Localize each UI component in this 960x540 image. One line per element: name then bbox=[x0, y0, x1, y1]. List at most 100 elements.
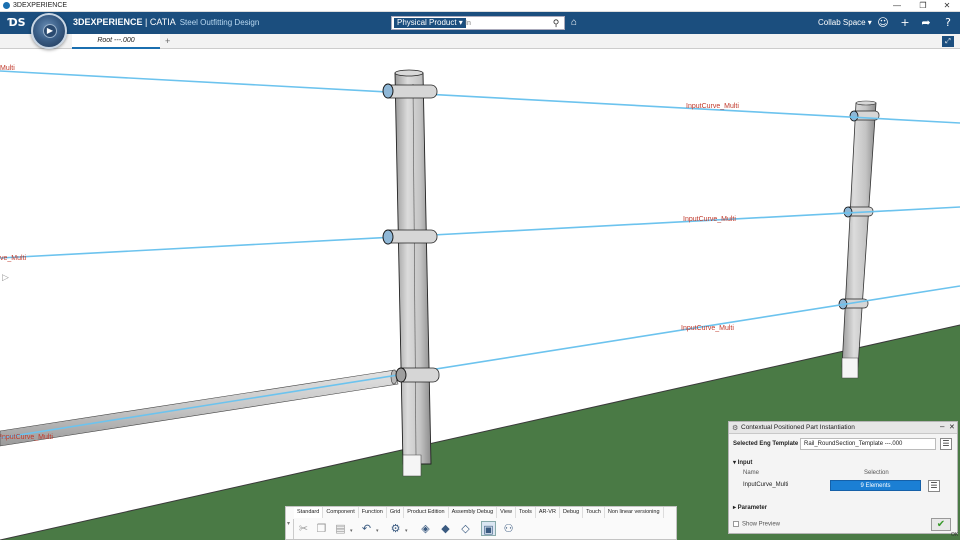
tag-icon[interactable]: ⌂ bbox=[571, 16, 583, 30]
ab-tab-view[interactable]: View bbox=[497, 507, 516, 518]
ab-tab-grid[interactable]: Grid bbox=[387, 507, 405, 518]
cut-icon[interactable]: ✂ bbox=[296, 521, 311, 536]
component-icon[interactable]: ◈ bbox=[418, 521, 433, 536]
parameter-section-header[interactable]: ▸ Parameter bbox=[733, 504, 767, 511]
show-preview-label: Show Preview bbox=[742, 521, 781, 528]
brand-app: CATIA bbox=[149, 17, 176, 27]
far-post-base bbox=[841, 357, 859, 379]
selection-list-icon[interactable]: ☰ bbox=[928, 480, 940, 492]
template-field[interactable]: Rail_RoundSection_Template ---.000 bbox=[800, 438, 936, 450]
near-bracket-mid-end bbox=[382, 229, 394, 245]
ab-tab-function[interactable]: Function bbox=[359, 507, 387, 518]
brand-title: 3DEXPERIENCE | CATIA Steel Outfitting Des… bbox=[73, 17, 259, 27]
minimize-panel-icon[interactable]: – bbox=[940, 422, 944, 431]
near-post-cap bbox=[394, 69, 424, 77]
ab-tab-component[interactable]: Component bbox=[323, 507, 359, 518]
restore-button[interactable]: ❐ bbox=[910, 0, 936, 12]
search-bar[interactable]: Physical Product ▾ ⚲ bbox=[391, 16, 565, 30]
ab-tab-non-linear-versioning[interactable]: Non linear versioning bbox=[605, 507, 664, 518]
input-curve-mid bbox=[0, 206, 960, 259]
search-icon[interactable]: ⚲ bbox=[550, 17, 562, 29]
curve-label-low-left: InputCurve_Multi bbox=[0, 434, 53, 441]
close-panel-icon[interactable]: ✕ bbox=[949, 423, 955, 431]
collab-space-dropdown[interactable]: Collab Space ▾ bbox=[818, 18, 872, 27]
near-bracket-top-end bbox=[382, 83, 394, 99]
near-post bbox=[394, 72, 432, 465]
action-bar: Standard Component Function Grid Product… bbox=[285, 506, 677, 540]
brand-role: Steel Outfitting Design bbox=[179, 18, 260, 27]
curve-label-top: InputCurve_Multi bbox=[686, 103, 739, 110]
curve-label-top-left: Multi bbox=[0, 65, 15, 72]
panel-title: Contextual Positioned Part Instantiation bbox=[741, 424, 855, 431]
search-input[interactable] bbox=[465, 18, 545, 28]
action-bar-tabs: Standard Component Function Grid Product… bbox=[294, 507, 664, 518]
far-post-cap bbox=[855, 100, 877, 106]
ab-tab-standard[interactable]: Standard bbox=[294, 507, 324, 518]
show-preview-row: Show Preview bbox=[733, 521, 780, 528]
ab-tab-ar-vr[interactable]: AR-VR bbox=[536, 507, 560, 518]
catia-app-window: 3DEXPERIENCE — ❐ ✕ ƊS 3DEXPERIENCE | CAT… bbox=[0, 0, 960, 540]
brand-platform: 3DEXPERIENCE bbox=[73, 17, 143, 27]
template-label: Selected Eng Template bbox=[733, 441, 799, 447]
undo-icon[interactable]: ↶ bbox=[359, 521, 374, 536]
close-window-button[interactable]: ✕ bbox=[934, 0, 960, 12]
show-preview-checkbox[interactable] bbox=[733, 521, 739, 527]
input-selection-cell[interactable]: 9 Elements bbox=[830, 480, 921, 491]
ab-tab-product-edition[interactable]: Product Edition bbox=[404, 507, 449, 518]
curve-label-low: InputCurve_Multi bbox=[681, 325, 734, 332]
component-replace-icon[interactable]: ◇ bbox=[458, 521, 473, 536]
input-section-header[interactable]: ▾ Input bbox=[733, 459, 752, 466]
app-header: ƊS 3DEXPERIENCE | CATIA Steel Outfitting … bbox=[0, 12, 960, 34]
panel-icon: ⚙ bbox=[732, 425, 739, 432]
paste-dropdown-icon[interactable]: ▾ bbox=[350, 528, 353, 534]
input-name-cell: InputCurve_Multi bbox=[743, 482, 789, 488]
share-icon[interactable]: ➦ bbox=[918, 15, 934, 31]
instantiation-panel: ⚙ Contextual Positioned Part Instantiati… bbox=[728, 421, 958, 538]
engineering-template-icon[interactable]: ⚇ bbox=[501, 521, 516, 536]
app-icon bbox=[3, 2, 10, 9]
action-bar-handle-icon[interactable]: ▾ bbox=[287, 520, 290, 527]
column-selection-header: Selection bbox=[864, 470, 889, 476]
expand-tree-icon[interactable]: ▷ bbox=[2, 272, 9, 283]
near-post-base bbox=[402, 454, 422, 477]
os-window-title: 3DEXPERIENCE bbox=[13, 2, 68, 9]
component-edit-icon[interactable]: ◆ bbox=[438, 521, 453, 536]
bottom-rail-tube bbox=[0, 369, 399, 447]
fullscreen-icon[interactable]: ⤢ bbox=[942, 36, 954, 47]
add-tab-button[interactable]: + bbox=[165, 34, 170, 48]
template-list-icon[interactable]: ☰ bbox=[940, 438, 952, 450]
near-bracket-low-end bbox=[395, 367, 407, 383]
tab-root[interactable]: Root ---.000 bbox=[72, 34, 160, 49]
action-bar-separator bbox=[293, 519, 294, 539]
add-icon[interactable]: + bbox=[897, 15, 913, 31]
settings-dropdown-icon[interactable]: ▾ bbox=[405, 528, 408, 534]
far-bracket-top-end bbox=[849, 110, 859, 122]
copy-icon[interactable]: ❐ bbox=[314, 521, 329, 536]
undo-dropdown-icon[interactable]: ▾ bbox=[376, 528, 379, 534]
instantiate-template-icon[interactable]: ▣ bbox=[481, 521, 496, 536]
search-scope-dropdown[interactable]: Physical Product ▾ bbox=[394, 18, 466, 28]
column-name-header: Name bbox=[743, 470, 760, 476]
ds-logo-icon[interactable]: ƊS bbox=[8, 15, 26, 31]
input-curve-top bbox=[0, 70, 960, 124]
panel-title-bar[interactable]: ⚙ Contextual Positioned Part Instantiati… bbox=[729, 422, 957, 434]
ab-tab-assembly-debug[interactable]: Assembly Debug bbox=[449, 507, 498, 518]
curve-label-mid-left: ve_Multi bbox=[0, 255, 27, 262]
ok-button[interactable]: ✔ bbox=[931, 518, 951, 531]
minimize-button[interactable]: — bbox=[884, 0, 910, 12]
os-title-bar: 3DEXPERIENCE — ❐ ✕ bbox=[0, 0, 960, 12]
ab-tab-tools[interactable]: Tools bbox=[516, 507, 536, 518]
play-icon[interactable]: ▶ bbox=[43, 24, 57, 38]
paste-icon[interactable]: ▤ bbox=[333, 521, 348, 536]
help-icon[interactable]: ? bbox=[940, 15, 956, 31]
ab-tab-touch[interactable]: Touch bbox=[583, 507, 605, 518]
ok-label: OK bbox=[951, 532, 959, 538]
compass-widget[interactable]: ▶ bbox=[31, 13, 67, 49]
tab-bar: Root ---.000 + bbox=[0, 34, 960, 49]
curve-label-mid: InputCurve_Multi bbox=[683, 216, 736, 223]
user-icon[interactable]: ☺ bbox=[875, 15, 891, 31]
settings-gear-icon[interactable]: ⚙ bbox=[388, 521, 403, 536]
brand-separator: | bbox=[142, 17, 150, 27]
ab-tab-debug[interactable]: Debug bbox=[560, 507, 584, 518]
far-bracket-mid-end bbox=[843, 206, 853, 218]
